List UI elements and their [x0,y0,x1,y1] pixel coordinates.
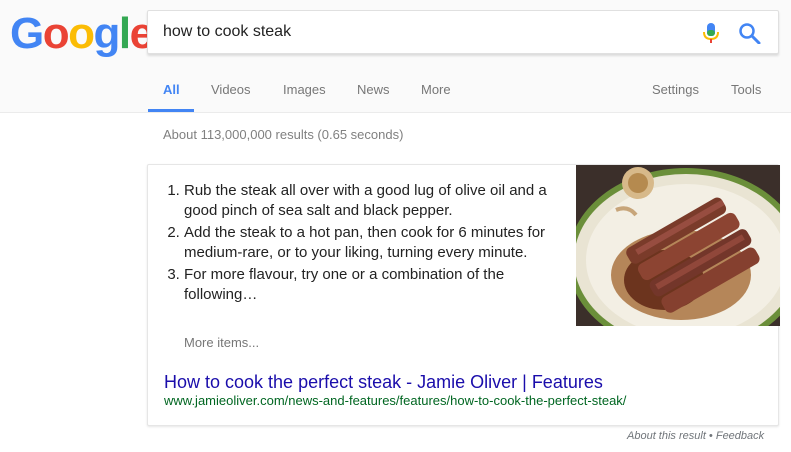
tab-videos[interactable]: Videos [211,82,251,97]
list-item: Rub the steak all over with a good lug o… [184,181,564,220]
microphone-icon[interactable] [701,22,721,44]
tab-news[interactable]: News [357,82,390,97]
separator: • [705,430,716,442]
tab-images[interactable]: Images [283,82,326,97]
tab-settings[interactable]: Settings [652,82,699,97]
header: Google All Videos Images News More Setti… [0,0,791,113]
feedback-link[interactable]: Feedback [716,430,764,442]
result-footer: About this result • Feedback [627,430,764,442]
active-tab-indicator [148,109,194,112]
search-tabs: All Videos Images News More Settings Too… [0,74,791,113]
tab-more[interactable]: More [421,82,451,97]
featured-snippet: Rub the steak all over with a good lug o… [147,164,780,426]
result-stats: About 113,000,000 results (0.65 seconds) [163,127,404,142]
result-url[interactable]: www.jamieoliver.com/news-and-features/fe… [164,393,626,408]
more-items-link[interactable]: More items... [184,335,259,350]
google-logo[interactable]: Google [10,10,154,58]
list-item: For more flavour, try one or a combinati… [184,265,564,304]
tab-tools[interactable]: Tools [731,82,761,97]
steak-image[interactable] [576,165,780,326]
search-icon[interactable] [738,22,762,44]
list-item: Add the steak to a hot pan, then cook fo… [184,223,564,262]
search-box [147,10,779,54]
steps-list: Rub the steak all over with a good lug o… [184,181,564,307]
result-title-link[interactable]: How to cook the perfect steak - Jamie Ol… [164,372,603,393]
tab-all[interactable]: All [163,82,180,97]
about-this-result-link[interactable]: About this result [627,430,706,442]
search-input[interactable] [163,11,683,53]
